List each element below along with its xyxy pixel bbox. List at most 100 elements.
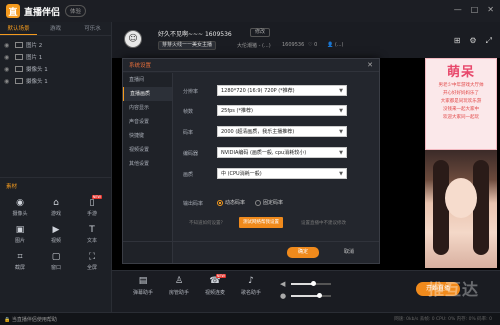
material-text[interactable]: T 文本 (74, 225, 110, 244)
radio-fixed[interactable]: 固定码率 (255, 199, 283, 206)
watermark-logo: 推互达 (428, 280, 480, 299)
source-item[interactable]: ◉ 图片 1 (4, 51, 107, 63)
streamer-name: 好久不见啊~~~ 1609536 (158, 31, 232, 38)
material-label: 摄像头 (12, 211, 28, 217)
material-fullscreen[interactable]: ⛶ 全屏 (74, 252, 110, 271)
test-prompt: 不知道如何设置？ (189, 221, 225, 226)
nav-item-live-room[interactable]: 直播间 (123, 73, 172, 87)
eye-icon[interactable]: ◉ (4, 78, 12, 85)
mic-volume-slider[interactable] (291, 293, 331, 298)
tool-label: 歌名助手 (240, 290, 261, 296)
dialog-close-icon[interactable]: ✕ (367, 61, 373, 69)
eye-icon[interactable]: ◉ (4, 42, 12, 49)
share-icon[interactable]: ⊞ (454, 36, 461, 46)
slider-fill (291, 295, 320, 297)
ad-line: 大家都是同玩欢乐游 (440, 99, 482, 104)
source-item[interactable]: ◉ 摄像头 1 (4, 75, 107, 87)
chevron-down-icon: ▼ (339, 88, 343, 94)
ok-button[interactable]: 确定 (287, 247, 319, 258)
material-image[interactable]: ▣ 图片 (2, 225, 38, 244)
nav-item-audio[interactable]: 声音设置 (123, 115, 172, 129)
tool-music[interactable]: ♪ 歌名助手 (234, 276, 268, 296)
eye-icon[interactable]: ◉ (4, 66, 12, 73)
material-label: 截屏 (14, 265, 25, 271)
scene-tab-cola[interactable]: 可乐水 (74, 22, 111, 35)
nav-item-content[interactable]: 内容显示 (123, 101, 172, 115)
app-name: 直播伴侣 (24, 7, 61, 18)
avatar[interactable]: ☺ (124, 30, 142, 48)
fullscreen-icon: ⛶ (88, 252, 96, 262)
materials-panel: 素材 ◉ 摄像头 ⌂ 游戏 NEW ▯ 手游 ▣ 图片 ▶ 视频 T 文本 ⌗ 截屏 ▢ 窗口 ⛶… (0, 177, 112, 312)
room-tag[interactable]: 芽芽火线一一美女主播 (158, 41, 217, 50)
nav-item-other[interactable]: 其他设置 (123, 157, 172, 171)
material-camera[interactable]: ◉ 摄像头 (2, 198, 38, 217)
output-bitrate-label: 输出码率 (183, 201, 204, 207)
bitrate-row: 码率 2000 (超清画质，我乐主播推荐) ▼ (173, 126, 380, 138)
output-bitrate-row: 输出码率 动态码率 固定码率 (173, 197, 380, 209)
microphone-icon[interactable]: ● (280, 292, 288, 300)
bitrate-select[interactable]: 2000 (超清画质，我乐主播推荐) ▼ (217, 126, 347, 137)
source-label: 摄像头 1 (26, 67, 48, 73)
fps-select[interactable]: 25fps (*推荐) ▼ (217, 105, 347, 116)
nav-item-hotkeys[interactable]: 快捷键 (123, 129, 172, 143)
material-game[interactable]: ⌂ 游戏 (38, 198, 74, 217)
ad-line: 没钱来一起大家中 (443, 107, 479, 112)
radio-checked-icon (217, 199, 223, 206)
output-bitrate-options: 动态码率 固定码率 (217, 199, 283, 206)
ad-line: 开心好好妈妈乐了 (443, 91, 479, 96)
speaker-icon[interactable]: ◀ (280, 280, 288, 288)
maximize-icon[interactable]: □ (471, 5, 479, 14)
material-screenshot[interactable]: ⌗ 截屏 (2, 252, 38, 271)
radio-dynamic[interactable]: 动态码率 (217, 199, 245, 206)
speaker-volume-slider[interactable] (291, 281, 331, 286)
eye-icon[interactable]: ◉ (4, 54, 12, 61)
crop-icon: ⌗ (17, 252, 23, 262)
hair-shape (473, 160, 489, 255)
quality-select[interactable]: 中 (CPU消耗一般) ▼ (217, 168, 347, 179)
source-item[interactable]: ◉ 摄像头 1 (4, 63, 107, 75)
material-video[interactable]: ▶ 视频 (38, 225, 74, 244)
material-mobile-game[interactable]: NEW ▯ 手游 (74, 195, 110, 217)
room-category[interactable]: 大伦潮猪 - (...) (237, 42, 271, 49)
camera-icon: ◉ (16, 198, 24, 208)
material-label: 手游 (86, 211, 97, 217)
minimize-icon[interactable]: — (454, 5, 462, 14)
edit-name-button[interactable]: 修改 (250, 28, 271, 37)
encoder-select[interactable]: NVIDIA编码 (画质一般, cpu消耗较小) ▼ (217, 147, 347, 158)
tool-video-call[interactable]: NEW ☎ 视频连麦 (198, 274, 232, 296)
help-link[interactable]: 🔒 当直播伴侣使用帮助 (4, 316, 57, 323)
tool-label: 视频连麦 (204, 290, 225, 296)
source-list: ◉ 图片 2 ◉ 图片 1 ◉ 摄像头 1 ◉ 摄像头 1 (0, 36, 111, 90)
admin-icon: ♙ (174, 276, 184, 286)
settings-icon[interactable]: ⚙ (469, 36, 476, 46)
source-item[interactable]: ◉ 图片 2 (4, 39, 107, 51)
material-window[interactable]: ▢ 窗口 (38, 252, 74, 271)
material-label: 文本 (86, 238, 97, 244)
title-bar: 直 直播伴侣 体验 — □ ✕ (0, 0, 500, 22)
left-panel: 默认场景 游戏 可乐水 ◉ 图片 2 ◉ 图片 1 ◉ 摄像头 1 ◉ 摄像头 … (0, 22, 112, 312)
gamepad-icon: ⌂ (53, 198, 59, 208)
slider-knob[interactable] (310, 281, 316, 286)
dialog-footer: 确定 取消 (123, 241, 379, 263)
nav-item-video[interactable]: 视频设置 (123, 143, 172, 157)
tool-danmaku[interactable]: ▤ 弹幕助手 (126, 276, 160, 296)
resolution-value: 1280*720 (16:9) 720P (*推荐) (221, 88, 295, 94)
material-label: 游戏 (50, 211, 61, 217)
expand-icon[interactable]: ⤢ (486, 36, 492, 46)
encoder-value: NVIDIA编码 (画质一般, cpu消耗较小) (221, 150, 307, 156)
version-badge[interactable]: 体验 (65, 5, 87, 17)
nav-item-quality[interactable]: 直播画质 (123, 87, 172, 101)
ad-line: 欢迎大家同一起玩 (443, 115, 479, 120)
slider-knob[interactable] (317, 293, 323, 298)
scene-tab-game[interactable]: 游戏 (37, 22, 74, 35)
resolution-label: 分辨率 (183, 89, 199, 95)
cancel-button[interactable]: 取消 (333, 247, 365, 258)
network-test-button[interactable]: 测试网络帮我设置 (239, 217, 283, 228)
tool-room-admin[interactable]: ♙ 房管助手 (162, 276, 196, 296)
camera-source-icon (15, 66, 23, 72)
close-icon[interactable]: ✕ (487, 5, 494, 14)
source-label: 摄像头 1 (26, 79, 48, 85)
resolution-select[interactable]: 1280*720 (16:9) 720P (*推荐) ▼ (217, 85, 347, 96)
window-icon: ▢ (51, 252, 61, 262)
scene-tab-default[interactable]: 默认场景 (0, 22, 37, 35)
